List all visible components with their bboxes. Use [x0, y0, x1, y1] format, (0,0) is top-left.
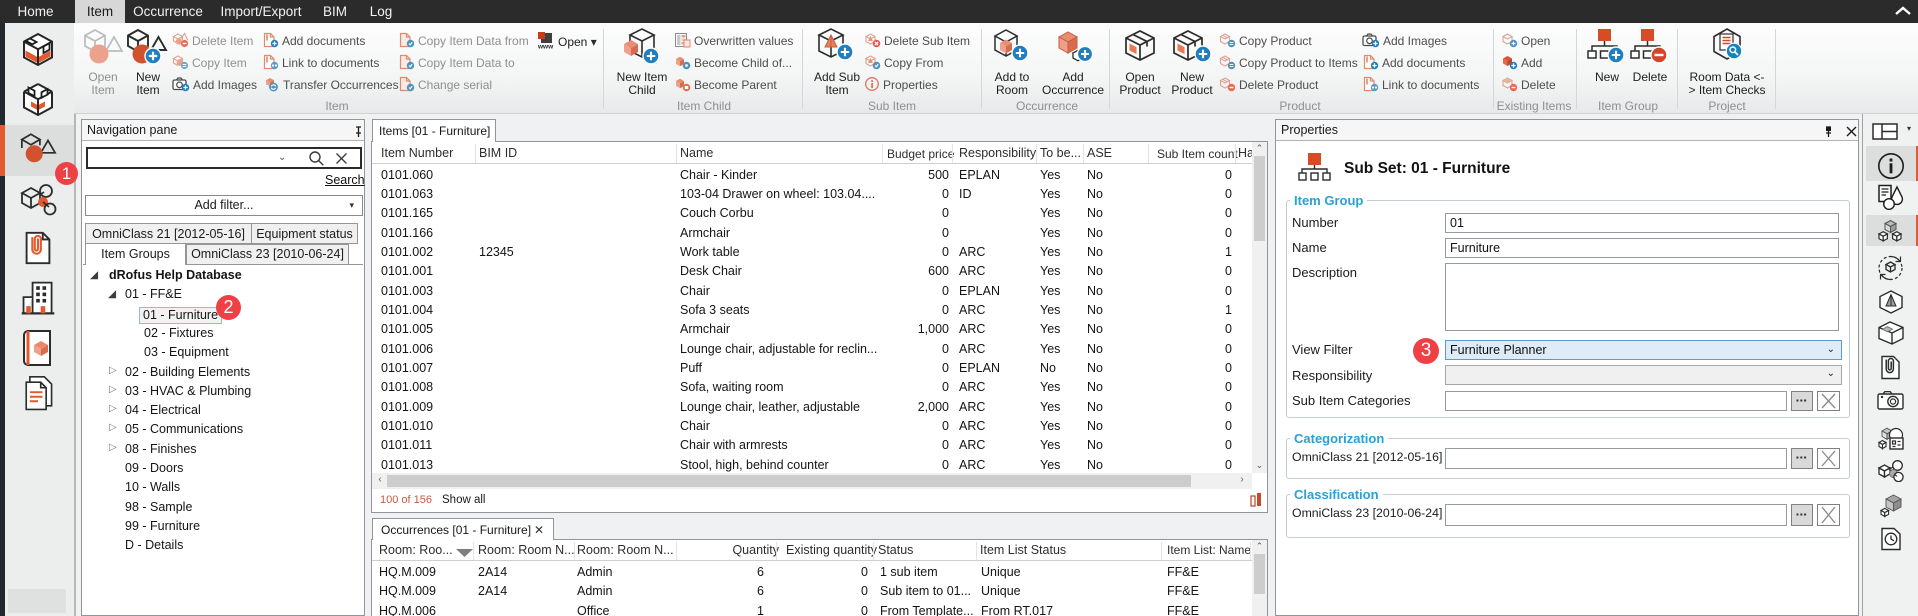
svg-text:www: www	[537, 44, 554, 50]
